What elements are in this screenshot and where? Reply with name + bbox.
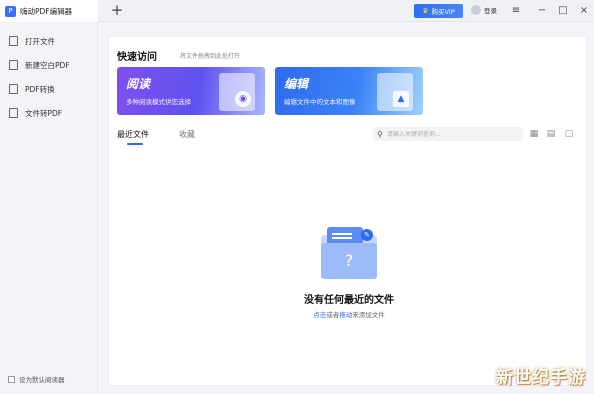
click-link[interactable]: 点击 (313, 311, 326, 319)
eye-icon: ◉ (235, 91, 251, 107)
read-card[interactable]: 阅读 多种阅读模式供您选择 ◉ (117, 67, 265, 115)
maximize-icon[interactable]: □ (555, 3, 571, 19)
book-icon: ◉ (219, 73, 255, 111)
buy-vip-label: 购买VIP (431, 8, 455, 16)
edit-card[interactable]: 编辑 编辑文件中的文本和图像 ▲ (275, 67, 423, 115)
file-to-pdf-icon (9, 108, 18, 118)
login-button[interactable]: 登录 (471, 5, 497, 15)
sidebar-item-new-pdf[interactable]: 新建空白PDF (0, 53, 97, 77)
minimize-icon[interactable]: − (534, 3, 550, 19)
search-icon: ⚲ (377, 129, 383, 139)
tab-recent-files[interactable]: 最近文件 (117, 129, 149, 140)
empty-folder-illustration: ? ✎ (321, 227, 377, 279)
search-input[interactable] (386, 130, 507, 138)
sidebar-item-label: 文件转PDF (25, 108, 63, 118)
crown-icon: ♛ (422, 7, 429, 15)
sidebar-item-file-to-pdf[interactable]: 文件转PDF (0, 101, 97, 125)
app-tab[interactable]: P 嗨动PDF编辑器 (0, 0, 98, 22)
sidebar-item-label: PDF转换 (25, 84, 55, 94)
main-panel: 快速访问 将文件拖拽到此处打开 阅读 多种阅读模式供您选择 ◉ 编辑 编辑文件中… (108, 36, 587, 386)
edit-card-title: 编辑 (284, 77, 309, 91)
open-file-icon (9, 36, 18, 46)
read-card-title: 阅读 (126, 77, 151, 91)
buy-vip-button[interactable]: ♛ 购买VIP (414, 4, 463, 18)
quick-access-title: 快速访问 (117, 52, 157, 63)
new-tab-button[interactable]: + (109, 2, 125, 19)
pin-icon: ✎ (361, 229, 373, 241)
search-box[interactable]: ⚲ (373, 127, 523, 141)
app-title: 嗨动PDF编辑器 (20, 6, 73, 16)
trash-icon[interactable]: ▢ (564, 129, 574, 139)
quick-access-hint: 将文件拖拽到此处打开 (180, 53, 241, 60)
avatar (471, 5, 481, 15)
sidebar-item-pdf-convert[interactable]: PDF转换 (0, 77, 97, 101)
default-reader-label: 设为默认阅读器 (19, 376, 65, 384)
default-reader-checkbox[interactable] (8, 375, 15, 383)
document-icon: ▲ (377, 73, 413, 111)
active-tab-indicator (127, 143, 143, 145)
edit-card-subtitle: 编辑文件中的文本和图像 (284, 98, 356, 106)
sidebar: 打开文件 新建空白PDF PDF转换 文件转PDF 设为默认阅读器 (0, 22, 98, 394)
title-bar: P 嗨动PDF编辑器 + ♛ 购买VIP 登录 ≡ − □ × (0, 0, 594, 22)
sidebar-menu: 打开文件 新建空白PDF PDF转换 文件转PDF (0, 22, 97, 125)
convert-icon (9, 84, 18, 94)
tab-favorites[interactable]: 收藏 (179, 129, 195, 140)
sidebar-item-label: 新建空白PDF (25, 60, 70, 70)
login-label: 登录 (484, 7, 497, 15)
default-reader-option[interactable]: 设为默认阅读器 (8, 374, 65, 384)
empty-state-title: 没有任何最近的文件 (304, 295, 394, 306)
drag-link[interactable]: 拖动 (339, 311, 352, 319)
close-icon[interactable]: × (576, 3, 592, 19)
grid-view-icon[interactable]: ▦ (529, 129, 539, 139)
watermark: 新世纪手游 (496, 368, 586, 388)
sidebar-item-open-file[interactable]: 打开文件 (0, 29, 97, 53)
menu-icon[interactable]: ≡ (508, 3, 524, 19)
list-view-icon[interactable]: ▤ (546, 129, 556, 139)
sidebar-item-label: 打开文件 (25, 36, 55, 46)
image-icon: ▲ (393, 91, 409, 107)
new-pdf-icon (9, 60, 18, 70)
empty-state-hint: 点击或者拖动来添加文件 (313, 311, 385, 319)
question-icon: ? (321, 243, 377, 279)
read-card-subtitle: 多种阅读模式供您选择 (126, 98, 191, 106)
pdf-logo-icon: P (5, 5, 16, 17)
